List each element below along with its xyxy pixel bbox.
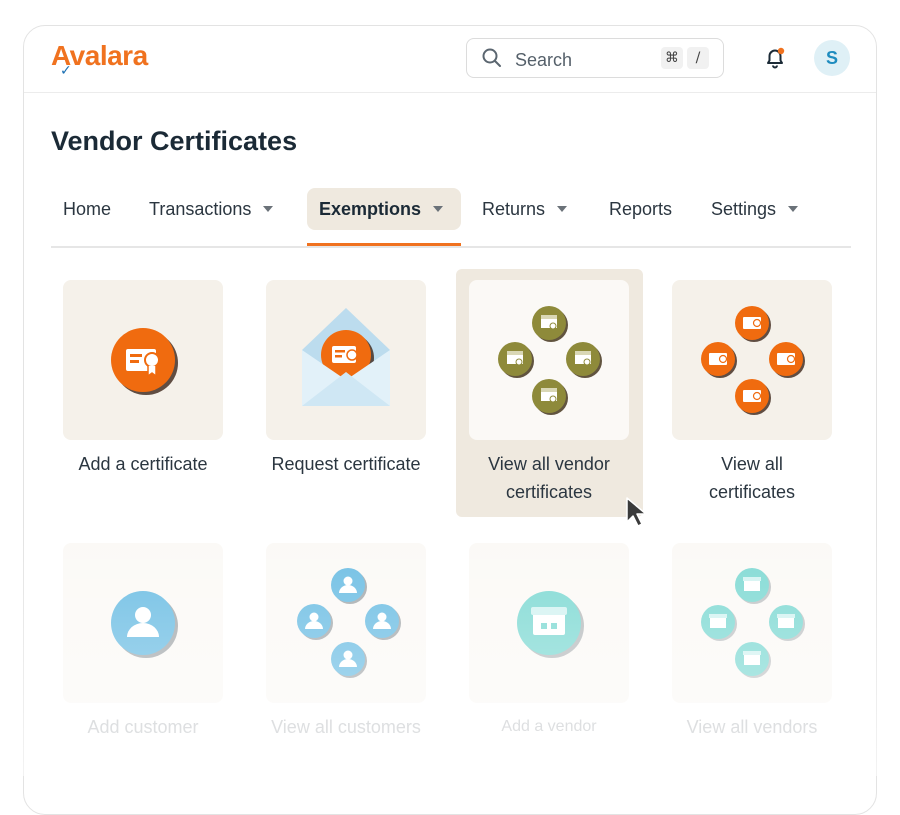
nav-home[interactable]: Home [51,188,123,230]
tile-card [63,280,223,440]
tile-card [469,280,629,440]
tile-label-line2: certificates [505,482,593,502]
tile-label: View all vendors [686,717,818,737]
certificates-cluster-icon [701,306,805,415]
vendor-certificates-cluster-icon [498,306,602,415]
active-tab-indicator [307,243,461,246]
tile-view-all-vendors[interactable]: View all vendors [672,543,832,743]
nav-exemptions[interactable]: Exemptions [307,188,461,230]
vendor-icon [517,591,584,658]
tile-view-all-customers[interactable]: View all customers [266,543,426,743]
tile-add-vendor[interactable]: Add a vendor [469,543,629,743]
nav-transactions[interactable]: Transactions [137,188,285,230]
notification-bell-icon[interactable] [763,46,787,70]
tile-card [266,280,426,440]
tile-view-all-vendor-certificates[interactable]: View all vendor certificates [456,269,643,517]
nav-returns[interactable]: Returns [470,188,579,230]
chevron-down-icon [433,206,444,212]
tile-card [469,543,629,703]
nav-exemptions-label: Exemptions [319,199,422,219]
tile-label-line1: View all [721,454,783,474]
tile-card [266,543,426,703]
page-title: Vendor Certificates [51,126,298,156]
nav-reports[interactable]: Reports [597,188,684,230]
top-bar: Avalara ✓ Search ⌘ / S [24,26,876,93]
nav-settings-label: Settings [711,199,777,219]
chevron-down-icon [263,206,274,212]
tile-card [672,543,832,703]
shortcut-command-key: ⌘ [661,47,683,69]
tile-label: View all customers [271,717,421,737]
tile-card [672,280,832,440]
search-icon [482,48,501,67]
logo-check-mark: ✓ [60,62,72,78]
chevron-down-icon [557,206,568,212]
tile-label-line2: certificates [708,482,796,502]
tile-add-customer[interactable]: Add customer [63,543,223,743]
tile-label: Add a vendor [501,718,597,735]
search-input[interactable]: Search [515,50,572,71]
nav-reports-label: Reports [609,199,673,219]
mouse-pointer-icon [626,497,647,527]
tile-label: Add a certificate [78,454,208,474]
tile-view-all-certificates[interactable]: View all certificates [672,280,832,510]
customers-cluster-icon [297,568,401,678]
nav-transactions-label: Transactions [149,199,252,219]
main-nav: Home Transactions Exemptions Returns Rep… [51,188,851,248]
certificate-icon [111,328,178,395]
tile-add-certificate[interactable]: Add a certificate [63,280,223,500]
nav-settings[interactable]: Settings [699,188,810,230]
nav-returns-label: Returns [482,199,546,219]
tile-label: Request certificate [271,454,421,474]
search-box[interactable]: Search ⌘ / [466,38,724,78]
envelope-certificate-icon [302,308,390,406]
tile-label: Add customer [87,717,199,737]
tile-label-line1: View all vendor [488,454,610,474]
shortcut-slash-key: / [687,47,709,69]
tile-label: View all vendor certificates [454,450,644,506]
tile-request-certificate[interactable]: Request certificate [266,280,426,500]
customer-icon [111,591,178,658]
user-avatar[interactable]: S [814,40,850,76]
avalara-logo[interactable]: Avalara ✓ [51,40,148,78]
tile-card [63,543,223,703]
nav-home-label: Home [63,199,112,219]
chevron-down-icon [788,206,799,212]
vendors-cluster-icon [701,568,805,678]
tile-label: View all certificates [657,450,847,506]
